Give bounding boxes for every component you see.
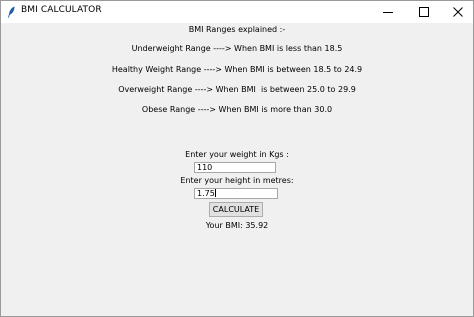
calculate-button[interactable]: CALCULATE <box>209 202 263 217</box>
window-title: BMI CALCULATOR <box>21 5 102 15</box>
maximize-icon <box>419 7 429 17</box>
close-icon <box>453 7 463 17</box>
app-window: BMI CALCULATOR BMI Ranges explained :- U… <box>0 0 474 317</box>
healthy-range-text: Healthy Weight Range ----> When BMI is b… <box>111 65 363 74</box>
height-input-value: 1.75 <box>197 189 215 198</box>
weight-input[interactable]: 110 <box>194 162 276 173</box>
obese-range-text: Obese Range ----> When BMI is more than … <box>141 105 333 114</box>
height-label: Enter your height in metres: <box>180 176 294 185</box>
main-content: BMI Ranges explained :- Underweight Rang… <box>1 23 473 316</box>
maximize-button[interactable] <box>407 1 441 23</box>
weight-label: Enter your weight in Kgs : <box>185 150 289 159</box>
overweight-range-text: Overweight Range ----> When BMI is betwe… <box>118 85 356 94</box>
text-cursor <box>214 189 216 197</box>
minimize-button[interactable] <box>371 1 405 23</box>
underweight-range-text: Underweight Range ----> When BMI is less… <box>131 44 343 53</box>
close-button[interactable] <box>441 1 474 23</box>
height-input[interactable]: 1.75 <box>194 188 278 199</box>
ranges-heading: BMI Ranges explained :- <box>188 25 286 34</box>
weight-input-value: 110 <box>197 163 213 172</box>
title-bar[interactable]: BMI CALCULATOR <box>1 1 473 23</box>
feather-icon <box>8 6 15 18</box>
minimize-icon <box>383 12 393 13</box>
bmi-result-text: Your BMI: 35.92 <box>205 221 269 230</box>
